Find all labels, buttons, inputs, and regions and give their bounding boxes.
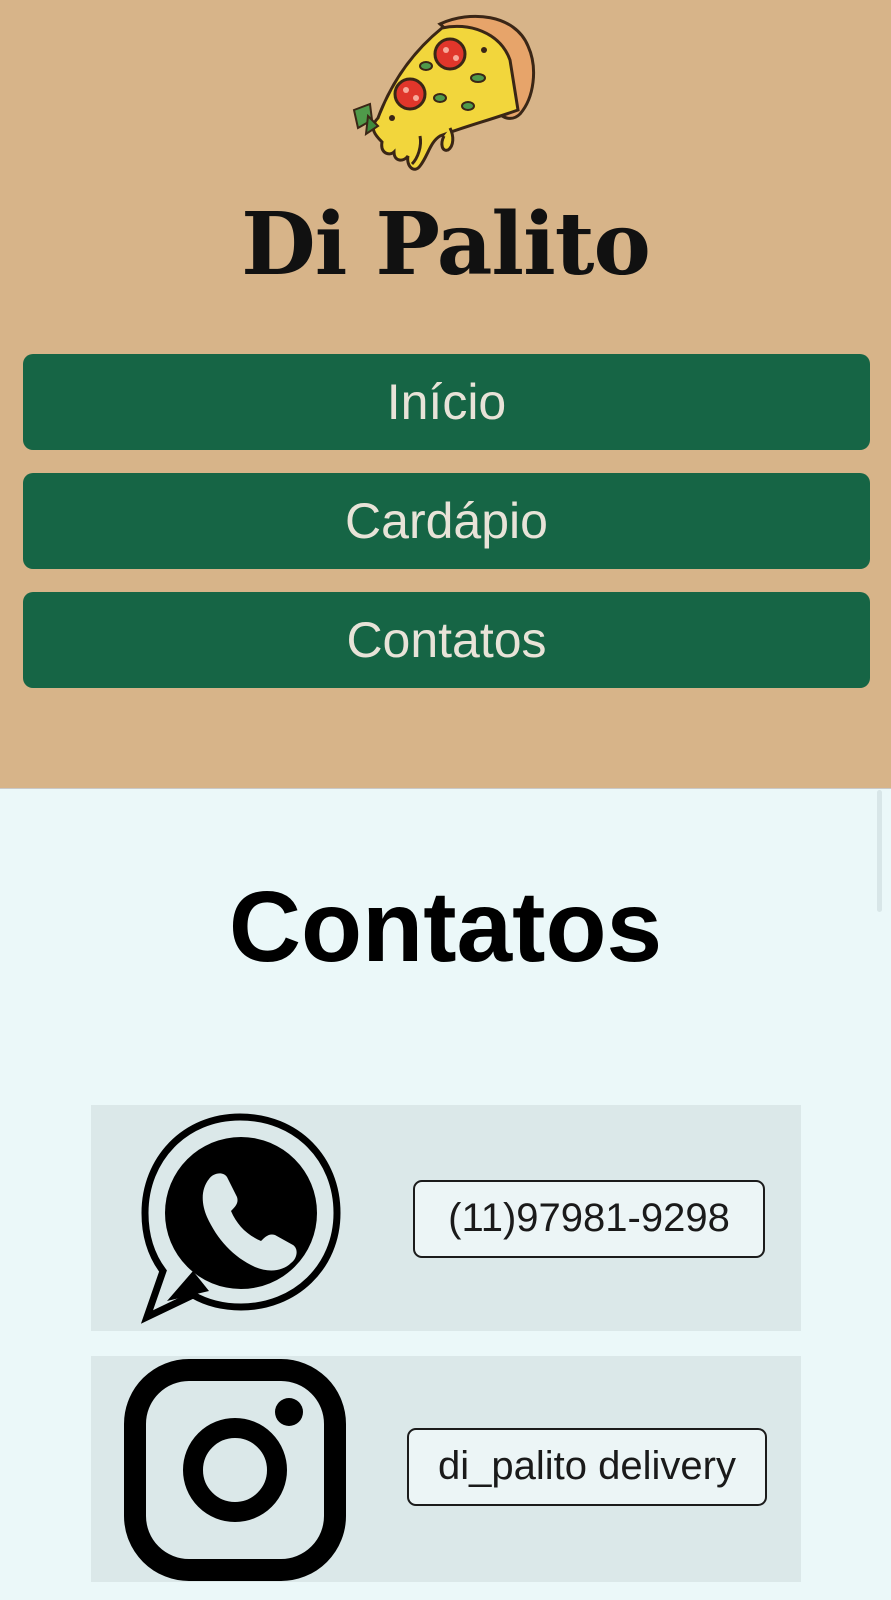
instagram-icon[interactable] [123, 1356, 347, 1582]
nav-button-contatos[interactable]: Contatos [23, 592, 870, 688]
contact-card-whatsapp: (11)97981-9298 [91, 1105, 801, 1331]
nav-button-inicio[interactable]: Início [23, 354, 870, 450]
pizza-slice-icon [352, 14, 535, 171]
page-title: Contatos [228, 871, 663, 983]
site-header: Di Palito Início Cardápio Contatos [0, 0, 891, 789]
brand-title: Di Palito [241, 194, 651, 295]
contact-card-instagram: di_palito delivery [91, 1356, 801, 1582]
instagram-handle-button[interactable]: di_palito delivery [407, 1428, 767, 1506]
whatsapp-number-button[interactable]: (11)97981-9298 [413, 1180, 765, 1258]
nav-button-cardapio[interactable]: Cardápio [23, 473, 870, 569]
whatsapp-icon[interactable] [137, 1111, 343, 1325]
